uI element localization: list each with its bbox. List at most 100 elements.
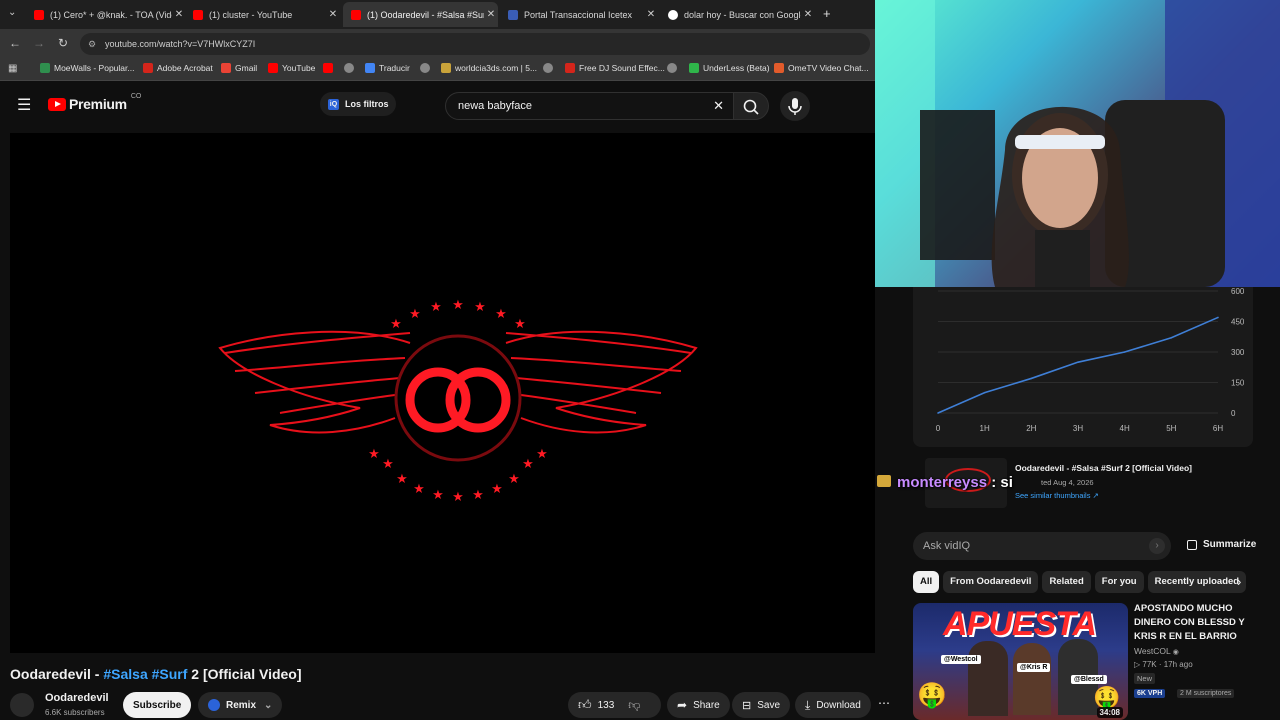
site-info-icon[interactable]: ⚙ [88, 33, 96, 55]
channel-avatar[interactable] [10, 693, 34, 717]
chip-recently-uploaded[interactable]: Recently uploaded [1147, 571, 1247, 593]
chevron-right-icon[interactable]: › [1237, 574, 1241, 589]
chip-for-you[interactable]: For you [1094, 571, 1144, 593]
subscriber-count: 6.6K subscribers [45, 708, 105, 717]
subscribe-button[interactable]: Subscribe [123, 692, 192, 718]
bookmark-free-dj[interactable]: Free DJ Sound Effec... [565, 63, 665, 73]
browser-tab-3-active[interactable]: (1) Oodaredevil - #Salsa #Surf 2 ✕ [343, 2, 498, 27]
youtube-favicon-icon [34, 9, 44, 20]
more-actions-icon[interactable]: ⋯ [878, 696, 890, 710]
svg-text:★: ★ [452, 490, 464, 505]
send-arrow-icon[interactable]: › [1149, 538, 1165, 554]
url-text: youtube.com/watch?v=V7HWlxCYZ7I [105, 39, 256, 49]
youtube-icon [565, 63, 575, 73]
bookmark-youtube[interactable]: YouTube [268, 63, 315, 73]
hashtag-salsa[interactable]: #Salsa [103, 666, 147, 682]
hashtag-surf[interactable]: #Surf [152, 666, 188, 682]
summary-icon [1187, 539, 1197, 550]
browser-tab-5[interactable]: dolar hoy - Buscar con Google ✕ [660, 2, 815, 27]
close-tab-icon[interactable]: ✕ [172, 9, 186, 20]
filters-button[interactable]: iQ Los filtros [320, 92, 396, 116]
apps-grid-icon[interactable]: ▦ [8, 63, 17, 74]
y-tick-label: 600 [1231, 287, 1245, 296]
translate-icon [365, 63, 375, 73]
globe-icon [420, 63, 430, 73]
video-player[interactable]: ★ ★ ★ ★ ★ ★ ★ ★ ★ ★ ★ ★ ★ ★ ★ ★ ★ ★ [10, 133, 875, 653]
recommended-thumbnail[interactable]: APUESTA @Westcol @Kris R @Blessd 🤑 🤑 34:… [913, 603, 1128, 720]
channel-name[interactable]: Oodaredevil [45, 692, 109, 704]
bookmark-moewalls[interactable]: MoeWalls - Popular... [40, 63, 134, 73]
search-input[interactable]: newa babyface ✕ [445, 92, 735, 120]
close-tab-icon[interactable]: ✕ [644, 9, 658, 20]
like-count: 133 [597, 699, 615, 711]
recommended-stats: ▷ 77K · 17h ago [1134, 660, 1193, 669]
recommended-channel[interactable]: WestCOL ◉ [1134, 646, 1179, 656]
bookmark-traducir[interactable]: Traducir [365, 63, 410, 73]
bookmark-underless[interactable]: UnderLess (Beta) [689, 63, 770, 73]
verified-icon: ◉ [1172, 649, 1179, 656]
new-badge: New [1134, 673, 1156, 684]
search-button[interactable] [733, 92, 769, 120]
x-tick-label: 3H [1073, 424, 1083, 433]
back-icon[interactable]: ← [7, 36, 23, 50]
close-tab-icon[interactable]: ✕ [801, 9, 815, 20]
ometv-icon [774, 63, 784, 73]
download-button[interactable]: ⤓ Download [795, 692, 871, 718]
chat-overlay-message: monterreyss : si [877, 474, 1013, 491]
browser-tab-2[interactable]: (1) cluster - YouTube ✕ [185, 2, 340, 27]
voice-search-button[interactable] [780, 91, 810, 121]
tab-list-dropdown-icon[interactable]: ⌄ [8, 7, 16, 18]
remix-button[interactable]: Remix ⌄ [198, 692, 283, 718]
bookmark-globe-4[interactable] [667, 63, 681, 73]
bookmark-ometv[interactable]: OmeTV Video Chat... [774, 63, 869, 73]
views-data-point [983, 391, 986, 394]
bookmark-worldcia3ds[interactable]: worldcia3ds.com | 5... [441, 63, 537, 73]
youtube-premium-logo[interactable]: Premium CO [48, 93, 141, 112]
bookmark-youtube-2[interactable] [323, 63, 337, 73]
address-field[interactable]: ⚙ youtube.com/watch?v=V7HWlxCYZ7I [80, 33, 870, 55]
save-button[interactable]: ⊟ Save [732, 692, 791, 718]
bookmark-globe-2[interactable] [420, 63, 434, 73]
chevron-down-icon[interactable]: ⌄ [264, 700, 272, 711]
icetex-favicon-icon [508, 9, 518, 20]
forward-icon[interactable]: → [31, 36, 47, 50]
recommended-title[interactable]: APOSTANDO MUCHO DINERO CON BLESSD Y KRIS… [1134, 602, 1259, 644]
menu-icon[interactable]: ☰ [17, 95, 31, 115]
gmail-icon [221, 63, 231, 73]
views-line-chart: 0 150 300 450 600 0 1H 2H 3H 4H 5H 6H [936, 287, 1245, 433]
ask-vidiq-input[interactable]: Ask vidIQ › [913, 532, 1171, 560]
similar-thumbnails-link[interactable]: See similar thumbnails ↗ [1015, 491, 1099, 500]
svg-text:★: ★ [413, 482, 425, 497]
close-tab-icon[interactable]: ✕ [484, 9, 498, 20]
bookmark-globe-3[interactable] [543, 63, 557, 73]
x-tick-label: 0 [936, 424, 941, 433]
browser-toolbar: ← → ↻ ⚙ youtube.com/watch?v=V7HWlxCYZ7I [0, 29, 875, 59]
dislike-icon[interactable]: 👎︎ [628, 698, 640, 713]
chip-related[interactable]: Related [1042, 571, 1091, 593]
reload-icon[interactable]: ↻ [55, 36, 71, 50]
microphone-icon [788, 98, 802, 115]
youtube-logo-icon [48, 97, 66, 111]
bookmark-globe-1[interactable] [344, 63, 358, 73]
x-tick-label: 1H [980, 424, 990, 433]
clear-search-icon[interactable]: ✕ [713, 93, 724, 119]
chip-all[interactable]: All [913, 571, 940, 593]
tab-title: (1) Cero* + @knak. - TOA (Vide [50, 9, 172, 20]
youtube-favicon-icon [193, 9, 203, 20]
bookmark-adobe-acrobat[interactable]: Adobe Acrobat [143, 63, 213, 73]
share-button[interactable]: ➦ Share [667, 692, 730, 718]
like-dislike-group: 👍︎ 133 👎︎ [568, 692, 661, 718]
svg-text:★: ★ [368, 447, 380, 462]
tab-title: Portal Transaccional Icetex [524, 9, 633, 20]
y-tick-label: 450 [1231, 318, 1245, 327]
browser-tab-4[interactable]: Portal Transaccional Icetex ✕ [500, 2, 658, 27]
recommended-video-item[interactable]: APUESTA @Westcol @Kris R @Blessd 🤑 🤑 34:… [913, 600, 1263, 720]
tab-title: (1) cluster - YouTube [209, 9, 293, 20]
new-tab-icon[interactable]: + [823, 6, 831, 21]
close-tab-icon[interactable]: ✕ [326, 9, 340, 20]
bookmark-gmail[interactable]: Gmail [221, 63, 257, 73]
browser-tab-1[interactable]: (1) Cero* + @knak. - TOA (Vide ✕ [26, 2, 186, 27]
like-icon[interactable]: 👍︎ [578, 697, 592, 713]
summarize-button[interactable]: Summarize [1187, 539, 1256, 550]
chip-from-channel[interactable]: From Oodaredevil [943, 571, 1039, 593]
